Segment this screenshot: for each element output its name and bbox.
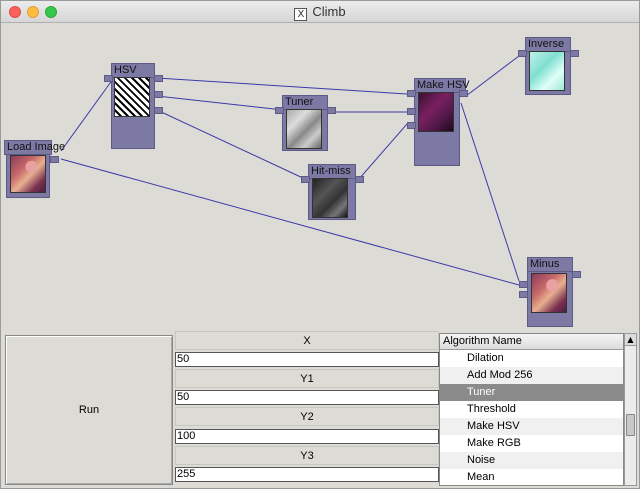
input-port[interactable] bbox=[407, 122, 416, 129]
list-item[interactable]: Make RGB bbox=[440, 435, 623, 452]
run-button[interactable]: Run bbox=[5, 335, 173, 485]
link-hitmiss-to-makehsv bbox=[358, 123, 408, 180]
list-item-selected[interactable]: Tuner bbox=[440, 384, 623, 401]
node-title: HSV bbox=[111, 63, 155, 78]
input-port[interactable] bbox=[518, 50, 527, 57]
node-hsv[interactable]: HSV bbox=[104, 63, 163, 151]
link-hsv-to-tuner bbox=[156, 95, 284, 111]
algorithm-list-header[interactable]: Algorithm Name bbox=[440, 334, 623, 350]
field-label-y3: Y3 bbox=[175, 446, 439, 465]
app-window: X Climb Load Image HSV Tuner Hit-miss Ma… bbox=[0, 0, 640, 489]
output-port[interactable] bbox=[327, 107, 336, 114]
field-label-x: X bbox=[175, 331, 439, 350]
node-image-preview bbox=[418, 92, 454, 132]
scroll-up-arrow-icon[interactable]: ▲ bbox=[625, 334, 636, 346]
control-panel: Run X 50 Y1 50 Y2 100 Y3 255 Algorithm N… bbox=[1, 331, 639, 488]
field-label-y2: Y2 bbox=[175, 407, 439, 426]
input-port[interactable] bbox=[519, 281, 528, 288]
field-input-y2[interactable]: 100 bbox=[175, 429, 439, 444]
node-title: Hit-miss bbox=[308, 164, 356, 179]
node-graph-canvas[interactable]: Load Image HSV Tuner Hit-miss Make HSV I… bbox=[1, 23, 639, 333]
list-item[interactable]: Dilation bbox=[440, 350, 623, 367]
window-title: Climb bbox=[312, 4, 346, 19]
input-port[interactable] bbox=[301, 176, 310, 183]
list-item[interactable]: Make HSV bbox=[440, 418, 623, 435]
field-label-y1: Y1 bbox=[175, 369, 439, 388]
input-port[interactable] bbox=[104, 75, 113, 82]
node-image-preview bbox=[286, 109, 322, 149]
output-port[interactable] bbox=[50, 156, 59, 163]
output-port[interactable] bbox=[355, 176, 364, 183]
node-image-preview bbox=[529, 51, 565, 91]
link-makehsv-to-inverse bbox=[465, 55, 520, 97]
output-port[interactable] bbox=[154, 75, 163, 82]
field-input-x[interactable]: 50 bbox=[175, 352, 439, 367]
node-title: Minus bbox=[527, 257, 573, 272]
output-port[interactable] bbox=[570, 50, 579, 57]
algorithm-list-items: Dilation Add Mod 256 Tuner Threshold Mak… bbox=[440, 350, 623, 485]
list-item[interactable]: Add Mod 256 bbox=[440, 367, 623, 384]
list-item[interactable]: Mean bbox=[440, 469, 623, 485]
field-input-y1[interactable]: 50 bbox=[175, 390, 439, 405]
node-load-image[interactable]: Load Image bbox=[4, 140, 65, 200]
output-port[interactable] bbox=[154, 107, 163, 114]
list-item[interactable]: Threshold bbox=[440, 401, 623, 418]
node-title: Load Image bbox=[4, 140, 65, 155]
node-make-hsv[interactable]: Make HSV bbox=[407, 78, 473, 168]
node-title: Tuner bbox=[282, 95, 328, 110]
node-minus[interactable]: Minus bbox=[519, 257, 583, 329]
input-port[interactable] bbox=[275, 107, 284, 114]
input-port[interactable] bbox=[407, 90, 416, 97]
node-image-preview bbox=[114, 77, 150, 117]
input-port[interactable] bbox=[519, 291, 528, 298]
algorithm-list[interactable]: Algorithm Name Dilation Add Mod 256 Tune… bbox=[439, 333, 624, 486]
node-hit-miss[interactable]: Hit-miss bbox=[301, 164, 365, 222]
output-port[interactable] bbox=[459, 90, 468, 97]
node-image-preview bbox=[531, 273, 567, 313]
link-hsv-to-makehsv bbox=[156, 77, 408, 95]
scrollbar-thumb[interactable] bbox=[626, 414, 635, 436]
node-image-preview bbox=[312, 178, 348, 218]
link-load-to-minus bbox=[60, 158, 520, 286]
x11-icon: X bbox=[294, 8, 308, 21]
field-input-y3[interactable]: 255 bbox=[175, 467, 439, 482]
algorithm-list-scrollbar[interactable]: ▲ bbox=[624, 333, 637, 486]
input-port[interactable] bbox=[407, 108, 416, 115]
title-bar: X Climb bbox=[1, 1, 639, 23]
output-port[interactable] bbox=[572, 271, 581, 278]
node-tuner[interactable]: Tuner bbox=[275, 95, 339, 153]
node-image-preview bbox=[10, 155, 46, 193]
list-item[interactable]: Noise bbox=[440, 452, 623, 469]
node-inverse[interactable]: Inverse bbox=[518, 37, 582, 97]
node-title: Inverse bbox=[525, 37, 571, 52]
window-title-area: X Climb bbox=[1, 4, 639, 21]
output-port[interactable] bbox=[154, 91, 163, 98]
